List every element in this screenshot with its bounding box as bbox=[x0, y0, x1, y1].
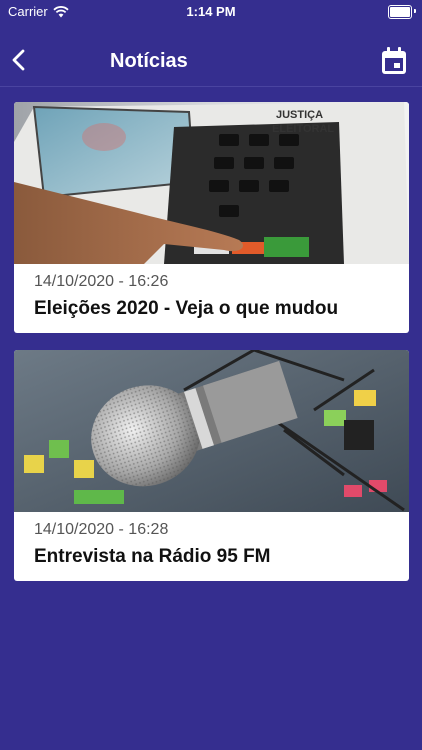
voting-machine-image: JUSTIÇA ELEITORAL bbox=[14, 102, 409, 264]
news-date: 14/10/2020 - 16:26 bbox=[34, 273, 169, 290]
news-title[interactable]: Entrevista na Rádio 95 FM bbox=[34, 546, 271, 568]
battery-icon bbox=[388, 5, 412, 19]
battery-tip bbox=[414, 9, 416, 13]
status-bar: Carrier 1:14 PM bbox=[0, 0, 422, 22]
svg-text:JUSTIÇA: JUSTIÇA bbox=[276, 109, 323, 121]
news-title[interactable]: Eleições 2020 - Veja o que mudou bbox=[34, 298, 338, 320]
navigation-bar: Notícias bbox=[0, 36, 422, 87]
news-card[interactable]: JUSTIÇA ELEITORAL 14/10/2020 - 16:26 Ele… bbox=[14, 102, 409, 333]
news-date: 14/10/2020 - 16:28 bbox=[34, 521, 169, 538]
back-chevron-icon[interactable] bbox=[8, 48, 32, 72]
svg-text:ELEITORAL: ELEITORAL bbox=[272, 123, 334, 135]
microphone-image bbox=[14, 350, 409, 512]
news-card[interactable]: 14/10/2020 - 16:28 Entrevista na Rádio 9… bbox=[14, 350, 409, 581]
page-title: Notícias bbox=[110, 50, 188, 72]
calendar-icon[interactable] bbox=[380, 46, 408, 76]
status-time: 1:14 PM bbox=[186, 4, 236, 19]
